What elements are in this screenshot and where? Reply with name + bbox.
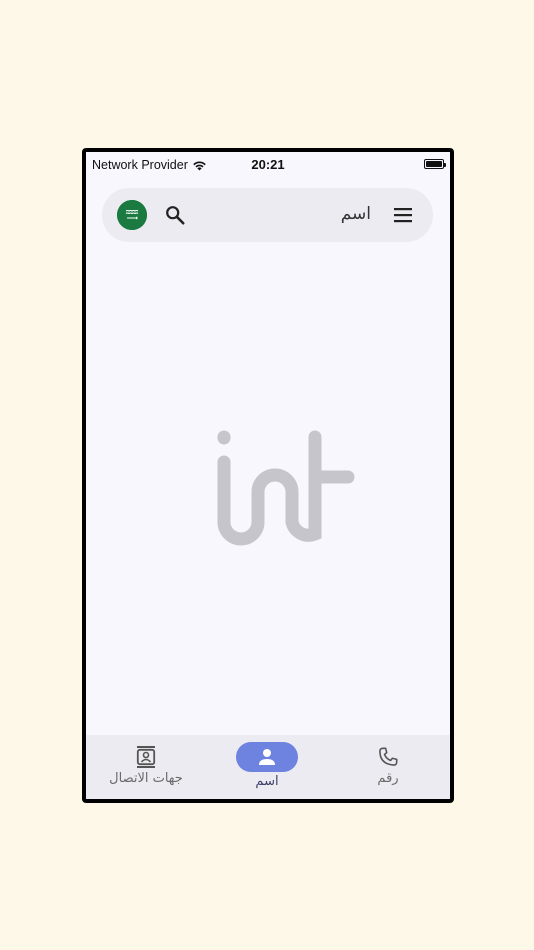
clock: 20:21 [251,157,285,172]
bottom-navigation: جهات الاتصال اسم رقم [86,735,450,799]
search-bar[interactable]: اسم [102,188,433,242]
nav-icon-wrap [357,742,419,772]
person-icon [259,749,275,765]
battery-icon [424,159,446,169]
search-name-label[interactable]: اسم [341,204,371,224]
nav-icon-wrap [115,742,177,772]
nav-item-name[interactable]: اسم [217,735,317,799]
menu-icon[interactable] [393,206,413,224]
status-bar: Network Provider 20:21 [86,152,450,178]
nav-label-number: رقم [377,771,399,786]
int-logo [217,430,355,546]
nav-label-name: اسم [255,774,279,789]
battery-fill [426,161,442,167]
phone-frame: Network Provider 20:21 اسم جهات الاتصال … [82,148,454,803]
nav-icon-wrap-active [236,742,298,772]
saudi-arabia-flag-icon[interactable] [117,200,147,230]
nav-item-contacts[interactable]: جهات الاتصال [96,735,196,799]
phone-icon [379,747,398,766]
nav-item-number[interactable]: رقم [338,735,438,799]
search-icon[interactable] [164,204,186,226]
nav-label-contacts: جهات الاتصال [109,771,183,786]
contacts-icon [136,746,156,768]
